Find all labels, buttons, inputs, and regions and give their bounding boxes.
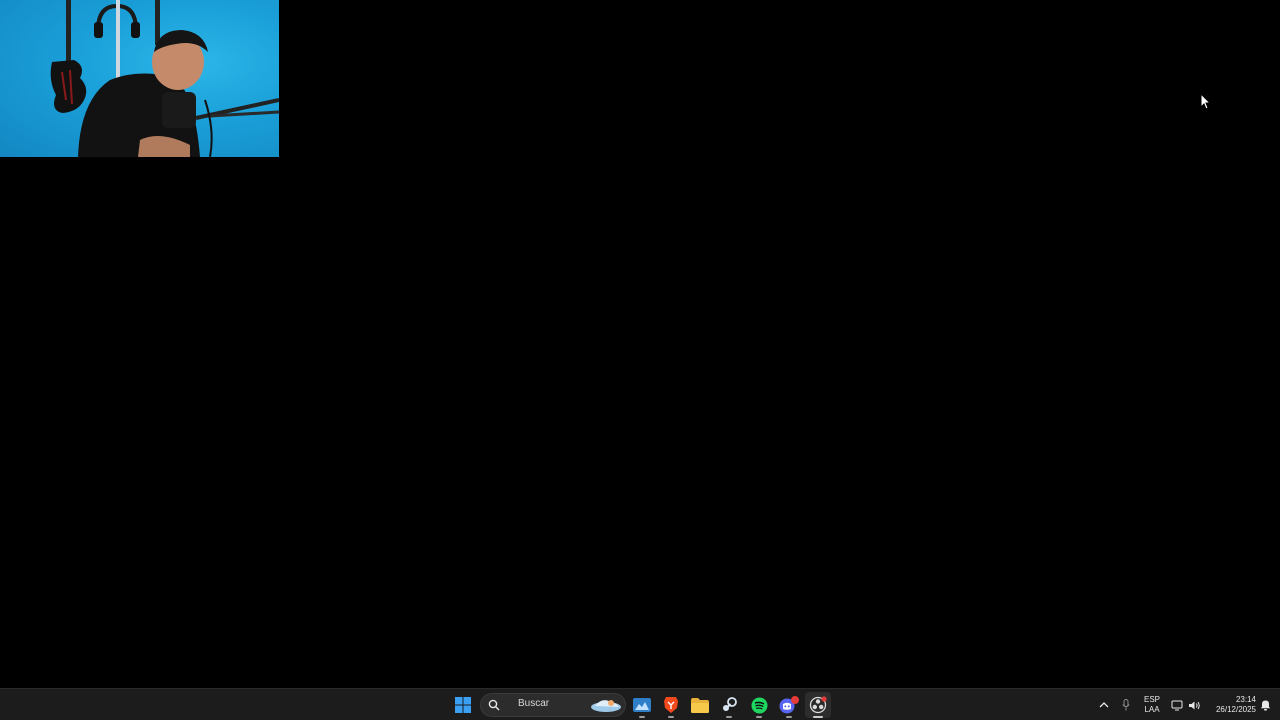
- clock-time: 23:14: [1235, 695, 1256, 704]
- running-indicator: [756, 716, 762, 718]
- taskbar-app-brave[interactable]: [658, 692, 684, 718]
- taskbar: Buscar ESP LAA 23:14 26/12/2025: [0, 688, 1280, 720]
- search-highlight-icon: [591, 700, 621, 712]
- search-input[interactable]: Buscar: [480, 693, 626, 717]
- microphone-icon: [1122, 699, 1130, 711]
- headphones: [94, 0, 140, 80]
- spotify-icon: [751, 697, 767, 713]
- taskbar-app-discord[interactable]: [776, 692, 802, 718]
- running-indicator: [668, 716, 674, 718]
- obs-icon: [809, 696, 827, 714]
- notifications-button[interactable]: [1256, 692, 1274, 718]
- mouse-cursor-icon: [1200, 93, 1212, 110]
- volume-tray-button[interactable]: [1185, 692, 1203, 718]
- taskbar-app-obs[interactable]: [805, 692, 831, 718]
- volume-icon: [1188, 701, 1200, 709]
- running-indicator: [726, 716, 732, 718]
- chevron-up-icon: [1099, 702, 1109, 708]
- show-hidden-icons-button[interactable]: [1092, 692, 1116, 718]
- start-button[interactable]: [450, 692, 476, 718]
- microphone-tray-button[interactable]: [1116, 692, 1136, 718]
- guitar-left: [50, 0, 87, 113]
- network-icon: [1171, 700, 1183, 710]
- taskbar-app-widgets[interactable]: [629, 692, 655, 718]
- brave-icon: [664, 697, 678, 713]
- language-indicator[interactable]: ESP LAA: [1140, 695, 1164, 715]
- folder-icon: [691, 697, 709, 713]
- webcam-overlay: [0, 0, 279, 157]
- network-tray-button[interactable]: [1168, 692, 1186, 718]
- discord-icon: [779, 696, 799, 714]
- keyboard-layout: LAA: [1144, 705, 1160, 714]
- running-indicator: [639, 716, 645, 718]
- taskbar-app-file-explorer[interactable]: [687, 692, 713, 718]
- running-indicator: [813, 716, 823, 718]
- notification-bell-icon: [1260, 700, 1270, 711]
- windows-logo-icon: [455, 697, 471, 713]
- search-label: Buscar: [518, 698, 550, 709]
- running-indicator: [786, 716, 792, 718]
- steam-icon: [723, 697, 737, 711]
- widgets-icon: [633, 698, 651, 712]
- clock-date: 26/12/2025: [1215, 705, 1256, 714]
- search-icon: [488, 699, 500, 711]
- clock[interactable]: 23:14 26/12/2025: [1206, 695, 1256, 715]
- taskbar-app-steam[interactable]: [716, 692, 742, 718]
- taskbar-app-spotify[interactable]: [746, 692, 772, 718]
- language-code: ESP: [1143, 695, 1160, 704]
